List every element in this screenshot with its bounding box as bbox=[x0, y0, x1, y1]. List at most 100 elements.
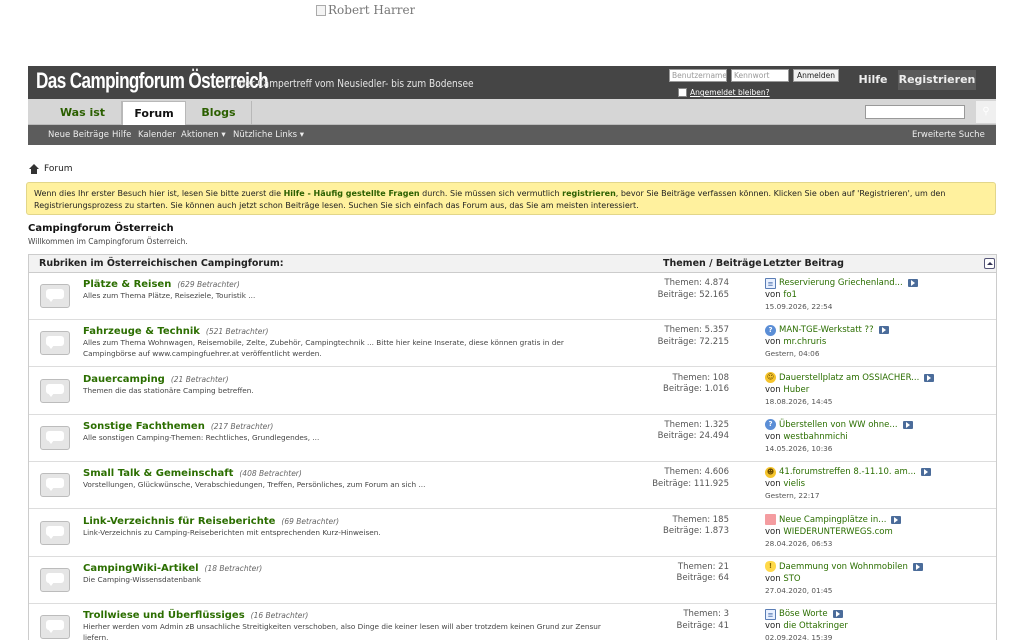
forum-viewers: (408 Betrachter) bbox=[239, 469, 302, 479]
last-post-date: 14.05.2026, 10:36 bbox=[765, 443, 833, 453]
forum-topics-count: Themen: 4.874 bbox=[664, 278, 729, 288]
forum-title-line: Sonstige Fachthemen (217 Betrachter) bbox=[83, 419, 273, 432]
breadcrumb-forum[interactable]: Forum bbox=[44, 164, 73, 174]
forum-name-link[interactable]: Small Talk & Gemeinschaft bbox=[83, 468, 233, 479]
forum-name-link[interactable]: Trollwiese und Überflüssiges bbox=[83, 610, 245, 621]
forum-row: Dauercamping (21 Betrachter) Themen die da… bbox=[29, 367, 996, 415]
last-post-title-line: ? MAN-TGE-Werkstatt ?? bbox=[765, 324, 990, 336]
goto-last-post-icon[interactable] bbox=[902, 420, 913, 429]
last-post-date: 02.09.2024, 15:39 bbox=[765, 633, 833, 640]
last-post-title-line: ≡ Böse Worte bbox=[765, 608, 990, 620]
password-field[interactable]: Kennwort bbox=[731, 69, 789, 82]
search-icon: ⚲ bbox=[982, 106, 990, 117]
last-post: Neue Campingplätze in... von WIEDERUNTERW… bbox=[765, 514, 990, 550]
remember-checkbox[interactable] bbox=[678, 88, 687, 97]
col-header-last-post: Letzter Beitrag bbox=[763, 258, 844, 269]
remember-label[interactable]: Angemeldet bleiben? bbox=[690, 88, 770, 97]
login-button[interactable]: Anmelden bbox=[793, 69, 839, 82]
last-post-title-line: ! Daemmung von Wohnmobilen bbox=[765, 561, 990, 573]
register-link[interactable]: Registrieren bbox=[898, 70, 976, 90]
site-tagline: ... der Campertreff vom Neusiedler- bis … bbox=[228, 78, 474, 90]
tab-blogs[interactable]: Blogs bbox=[186, 101, 252, 125]
last-post-title-line: ☺ Dauerstellplatz am OSSIACHER... bbox=[765, 372, 990, 384]
search-input[interactable] bbox=[865, 105, 965, 119]
goto-last-post-icon[interactable] bbox=[832, 610, 843, 619]
last-post: ☺ Dauerstellplatz am OSSIACHER... von Hube… bbox=[765, 372, 990, 408]
tab-whats-new[interactable]: Was ist neu? bbox=[44, 101, 122, 143]
last-post-author: von vielis bbox=[765, 478, 990, 490]
forum-topics-count: Themen: 185 bbox=[672, 514, 730, 525]
last-post-user-link[interactable]: fo1 bbox=[783, 290, 797, 300]
last-post-title-link[interactable]: Dauerstellplatz am OSSIACHER... bbox=[779, 372, 919, 384]
last-post-title-link[interactable]: Überstellen von WW ohne... bbox=[779, 419, 898, 431]
subnav-new-posts[interactable]: Neue Beiträge bbox=[48, 125, 109, 145]
goto-last-post-icon[interactable] bbox=[907, 279, 918, 287]
forum-status-icon bbox=[40, 473, 70, 498]
forum-posts-count: Beiträge: 111.925 bbox=[652, 478, 729, 489]
forum-title-line: Plätze & Reisen (629 Betrachter) bbox=[83, 277, 240, 290]
forum-name-link[interactable]: Plätze & Reisen bbox=[83, 279, 171, 290]
last-post-user-link[interactable]: STO bbox=[783, 574, 800, 584]
goto-last-post-icon[interactable] bbox=[891, 515, 902, 524]
last-post-date: 28.04.2026, 06:53 bbox=[765, 538, 833, 548]
last-post-title-link[interactable]: MAN-TGE-Werkstatt ?? bbox=[779, 324, 874, 336]
forum-row: Fahrzeuge & Technik (521 Betrachter) Alles… bbox=[29, 320, 996, 368]
last-post-title-link[interactable]: Böse Worte bbox=[779, 608, 828, 620]
forum-stats: Themen: 3 Beiträge: 41 bbox=[677, 609, 729, 632]
last-post-user-link[interactable]: WIEDERUNTERWEGS.com bbox=[783, 527, 892, 537]
forum-stats: Themen: 4.874 Beiträge: 52.165 bbox=[658, 278, 729, 301]
forum-viewers: (217 Betrachter) bbox=[210, 421, 274, 431]
forum-name-link[interactable]: Dauercamping bbox=[83, 374, 165, 385]
goto-last-post-icon[interactable] bbox=[920, 468, 931, 477]
forum-list: Rubriken im Österreichischen Campingforu… bbox=[28, 254, 997, 640]
goto-last-post-icon[interactable] bbox=[912, 562, 923, 571]
home-icon[interactable] bbox=[29, 164, 39, 174]
last-post-user-link[interactable]: mr.chruris bbox=[783, 337, 826, 347]
collapse-icon[interactable] bbox=[984, 258, 995, 269]
forum-name-link[interactable]: Sonstige Fachthemen bbox=[83, 421, 205, 432]
subnav-help[interactable]: Hilfe bbox=[112, 125, 131, 145]
welcome-notice: Wenn dies Ihr erster Besuch hier ist, le… bbox=[26, 182, 996, 215]
forum-topics-count: Themen: 21 bbox=[677, 561, 729, 572]
notice-text-2: durch. Sie müssen sich vermutlich bbox=[419, 189, 563, 198]
post-flag-icon bbox=[765, 514, 776, 525]
register-inline-link[interactable]: registrieren bbox=[562, 189, 616, 198]
last-post-user-link[interactable]: die Ottakringer bbox=[783, 621, 848, 631]
forum-description: Vorstellungen, Glückwünsche, Verabschied… bbox=[83, 480, 426, 490]
breadcrumb: Forum bbox=[29, 164, 73, 174]
forum-posts-count: Beiträge: 24.494 bbox=[657, 431, 729, 442]
forum-name-link[interactable]: Link-Verzeichnis für Reiseberichte bbox=[83, 516, 275, 527]
last-post-user-link[interactable]: vielis bbox=[783, 479, 805, 489]
tab-forum[interactable]: Forum bbox=[122, 101, 186, 125]
forum-status-icon bbox=[40, 284, 70, 308]
last-post-author: von westbahnmichi bbox=[765, 431, 990, 443]
subnav-useful-links[interactable]: Nützliche Links ▾ bbox=[233, 125, 304, 145]
forum-stats: Themen: 5.357 Beiträge: 72.215 bbox=[658, 325, 729, 348]
goto-last-post-icon[interactable] bbox=[878, 326, 889, 335]
forum-posts-count: Beiträge: 52.165 bbox=[657, 289, 729, 300]
username-field[interactable]: Benutzername bbox=[669, 69, 727, 82]
last-post-title-link[interactable]: 41.forumstreffen 8.-11.10. am... bbox=[779, 466, 916, 478]
advanced-search-link[interactable]: Erweiterte Suche bbox=[912, 125, 985, 145]
last-post-user-link[interactable]: Huber bbox=[783, 385, 809, 395]
last-post-title-link[interactable]: Neue Campingplätze in... bbox=[779, 514, 886, 526]
remember-me[interactable]: Angemeldet bleiben? bbox=[678, 88, 770, 97]
subnav-actions[interactable]: Aktionen ▾ bbox=[181, 125, 226, 145]
faq-link[interactable]: Hilfe - Häufig gestellte Fragen bbox=[284, 189, 420, 198]
help-link[interactable]: Hilfe bbox=[849, 70, 897, 90]
search-button[interactable]: ⚲ bbox=[976, 101, 996, 123]
forum-title-line: Dauercamping (21 Betrachter) bbox=[83, 372, 229, 385]
subnav-calendar[interactable]: Kalender bbox=[138, 125, 176, 145]
forum-topics-count: Themen: 3 bbox=[683, 609, 729, 620]
forum-name-link[interactable]: CampingWiki-Artikel bbox=[83, 563, 199, 574]
forum-row: Trollwiese und Überflüssiges (16 Betracht… bbox=[29, 604, 996, 640]
sub-nav: Neue Beiträge Hilfe Kalender Aktionen ▾ … bbox=[28, 125, 996, 145]
forum-stats: Themen: 4.606 Beiträge: 111.925 bbox=[652, 467, 729, 490]
post-smile-icon: ☺ bbox=[765, 372, 776, 384]
last-post-title-link[interactable]: Reservierung Griechenland... bbox=[779, 277, 903, 289]
goto-last-post-icon[interactable] bbox=[924, 373, 935, 382]
forum-row: Plätze & Reisen (629 Betrachter) Alles zum… bbox=[29, 273, 996, 320]
forum-name-link[interactable]: Fahrzeuge & Technik bbox=[83, 326, 200, 337]
last-post-title-link[interactable]: Daemmung von Wohnmobilen bbox=[779, 561, 908, 573]
last-post-user-link[interactable]: westbahnmichi bbox=[783, 432, 847, 442]
